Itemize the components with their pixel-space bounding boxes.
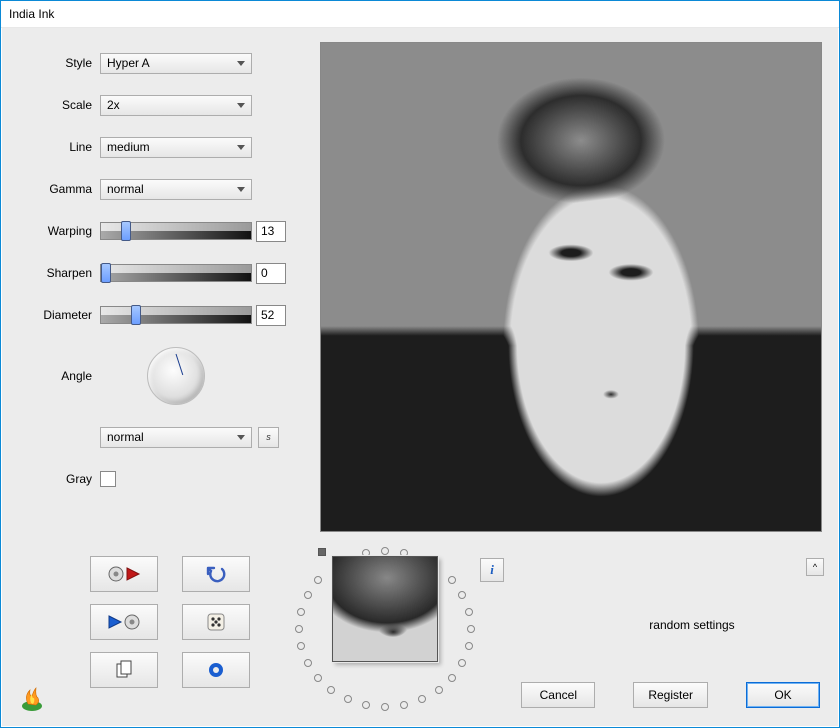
ring-dot[interactable] bbox=[304, 591, 312, 599]
scale-value: 2x bbox=[107, 98, 120, 112]
style-select[interactable]: Hyper A bbox=[100, 53, 252, 74]
app-logo-icon bbox=[18, 684, 46, 712]
random-button[interactable] bbox=[182, 604, 250, 640]
ring-dot[interactable] bbox=[314, 576, 322, 584]
record-button[interactable] bbox=[182, 652, 250, 688]
diameter-value[interactable]: 52 bbox=[256, 305, 286, 326]
chevron-down-icon bbox=[237, 187, 245, 192]
status-text: random settings bbox=[562, 618, 822, 632]
style-value: Hyper A bbox=[107, 56, 150, 70]
ring-dot[interactable] bbox=[467, 625, 475, 633]
ring-marker[interactable] bbox=[318, 548, 326, 556]
gamma-label: Gamma bbox=[24, 182, 100, 196]
angle-label: Angle bbox=[24, 369, 100, 383]
preview-image[interactable] bbox=[320, 42, 822, 532]
gray-label: Gray bbox=[24, 472, 100, 486]
copy-button[interactable] bbox=[90, 652, 158, 688]
chevron-down-icon bbox=[237, 61, 245, 66]
ring-dot[interactable] bbox=[297, 642, 305, 650]
gray-checkbox[interactable] bbox=[100, 471, 116, 487]
ring-dot[interactable] bbox=[465, 642, 473, 650]
gamma-value: normal bbox=[107, 182, 144, 196]
scale-label: Scale bbox=[24, 98, 100, 112]
ring-dot[interactable] bbox=[327, 686, 335, 694]
controls-panel: Style Hyper A Scale 2x Line medium bbox=[24, 42, 292, 500]
diameter-slider[interactable] bbox=[100, 306, 252, 324]
ring-dot[interactable] bbox=[400, 701, 408, 709]
ring-dot[interactable] bbox=[381, 547, 389, 555]
thumbnail-ring bbox=[290, 544, 480, 714]
sharpen-slider[interactable] bbox=[100, 264, 252, 282]
sharpen-value[interactable]: 0 bbox=[256, 263, 286, 284]
mode-select[interactable]: normal bbox=[100, 427, 252, 448]
warping-value[interactable]: 13 bbox=[256, 221, 286, 242]
disc-play-button[interactable] bbox=[90, 556, 158, 592]
angle-dial[interactable] bbox=[147, 347, 205, 405]
action-button-grid bbox=[90, 556, 260, 688]
preset-thumbnail[interactable] bbox=[332, 556, 438, 662]
ring-dot[interactable] bbox=[418, 695, 426, 703]
scale-select[interactable]: 2x bbox=[100, 95, 252, 116]
warping-slider[interactable] bbox=[100, 222, 252, 240]
chevron-down-icon bbox=[237, 145, 245, 150]
play-disc-button[interactable] bbox=[90, 604, 158, 640]
ring-dot[interactable] bbox=[304, 659, 312, 667]
undo-button[interactable] bbox=[182, 556, 250, 592]
dialog-buttons: Cancel Register OK bbox=[521, 682, 820, 708]
ring-dot[interactable] bbox=[297, 608, 305, 616]
ring-dot[interactable] bbox=[448, 674, 456, 682]
window-title: India Ink bbox=[9, 7, 54, 21]
ring-dot[interactable] bbox=[381, 703, 389, 711]
ring-dot[interactable] bbox=[448, 576, 456, 584]
gamma-select[interactable]: normal bbox=[100, 179, 252, 200]
titlebar: India Ink bbox=[1, 1, 839, 28]
client-area: Style Hyper A Scale 2x Line medium bbox=[2, 28, 838, 726]
ring-dot[interactable] bbox=[344, 695, 352, 703]
mode-value: normal bbox=[107, 430, 144, 444]
ring-dot[interactable] bbox=[295, 625, 303, 633]
ok-button[interactable]: OK bbox=[746, 682, 820, 708]
chevron-down-icon bbox=[237, 103, 245, 108]
info-button[interactable]: i bbox=[480, 558, 504, 582]
ring-dot[interactable] bbox=[314, 674, 322, 682]
collapse-button[interactable]: ^ bbox=[806, 558, 824, 576]
cancel-button[interactable]: Cancel bbox=[521, 682, 595, 708]
ring-dot[interactable] bbox=[362, 701, 370, 709]
style-label: Style bbox=[24, 56, 100, 70]
ring-dot[interactable] bbox=[458, 591, 466, 599]
register-button[interactable]: Register bbox=[633, 682, 708, 708]
ring-dot[interactable] bbox=[435, 686, 443, 694]
ring-dot[interactable] bbox=[465, 608, 473, 616]
line-select[interactable]: medium bbox=[100, 137, 252, 158]
diameter-label: Diameter bbox=[24, 308, 100, 322]
line-label: Line bbox=[24, 140, 100, 154]
ring-dot[interactable] bbox=[458, 659, 466, 667]
dialog-window: India Ink Style Hyper A Scale 2x Line bbox=[0, 0, 840, 728]
line-value: medium bbox=[107, 140, 150, 154]
swap-button[interactable]: s bbox=[258, 427, 279, 448]
sharpen-label: Sharpen bbox=[24, 266, 100, 280]
warping-label: Warping bbox=[24, 224, 100, 238]
chevron-down-icon bbox=[237, 435, 245, 440]
